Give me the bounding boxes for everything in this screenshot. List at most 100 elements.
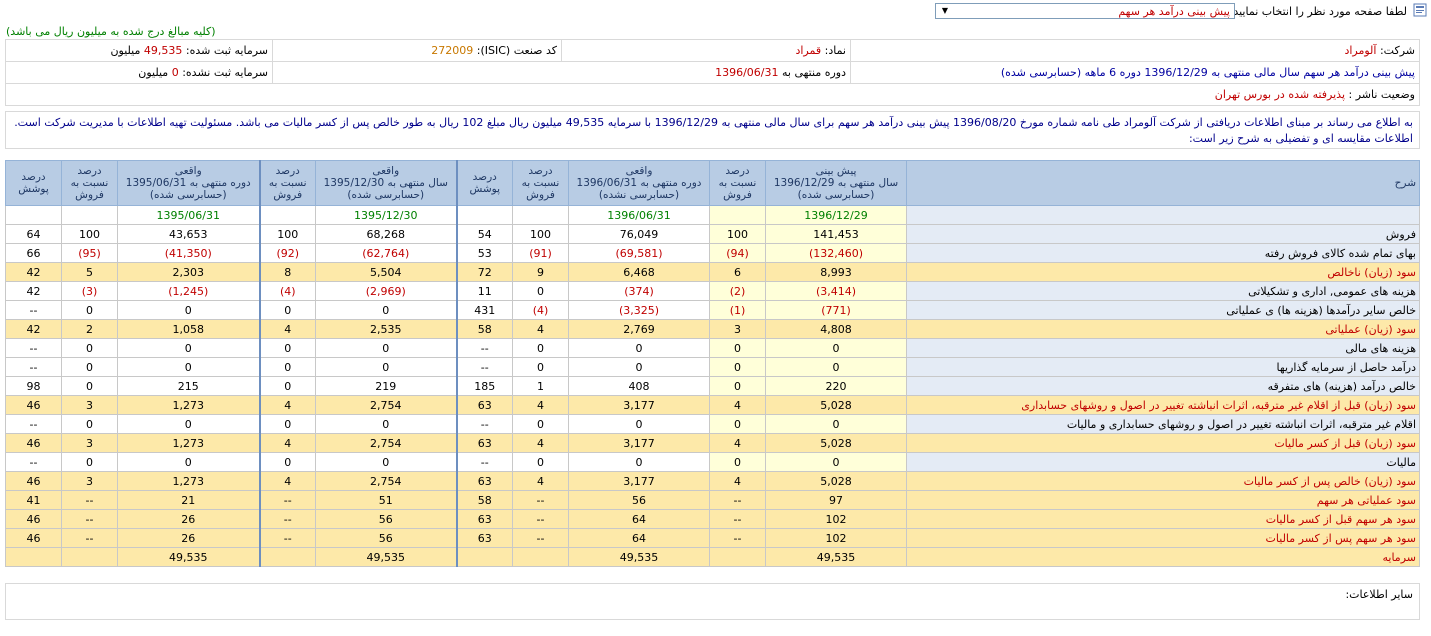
table-cell: 4	[709, 471, 766, 491]
registered-capital-label: سرمایه ثبت شده:	[185, 44, 268, 57]
publisher-status-value: پذیرفته شده در بورس تهران	[1214, 88, 1346, 101]
isic-cell: کد صنعت (ISIC): 272009	[272, 39, 562, 62]
header-line: واقعی	[174, 165, 202, 177]
table-cell: --	[512, 509, 569, 529]
table-cell: 2,303	[117, 262, 260, 282]
page-select[interactable]: پیش بینی درآمد هر سهم ▼	[935, 3, 1235, 19]
table-cell: 0	[765, 338, 907, 358]
row-label: اقلام غیر مترقبه، اثرات انباشته تغییر در…	[906, 414, 1420, 434]
table-cell: 0	[315, 452, 457, 472]
table-cell: --	[5, 357, 62, 377]
date-cell-empty	[258, 205, 316, 225]
table-row: 98 0 215 0 219 185 1 408 0 220 خالص درآمد (هزینه) …	[5, 376, 1420, 396]
registered-capital-value: 49,535	[143, 44, 183, 57]
table-cell: 64	[568, 528, 710, 548]
table-cell	[455, 547, 513, 567]
period-value: 1396/06/31	[715, 66, 779, 79]
table-cell: --	[258, 509, 316, 529]
table-cell: 4	[512, 471, 569, 491]
row-label: بهای تمام شده کالای فروش رفته	[906, 243, 1420, 263]
page-select-value: پیش بینی درآمد هر سهم	[1118, 5, 1230, 18]
table-cell: 0	[258, 376, 316, 396]
table-cell: --	[512, 528, 569, 548]
table-cell: 8	[258, 262, 316, 282]
table-row: 41 -- 21 -- 51 58 -- 56 -- 97 سود عملیاتی هر سهم	[5, 490, 1420, 510]
date-cell-empty	[455, 205, 513, 225]
header-line: سال منتهی به 1396/12/29	[773, 177, 899, 189]
table-cell: 0	[512, 338, 569, 358]
table-cell: 41	[5, 490, 62, 510]
table-cell: 4	[258, 471, 316, 491]
table-cell: --	[709, 528, 766, 548]
chevron-down-icon[interactable]: ▼	[938, 5, 952, 17]
header-line: دوره منتهی به 1396/06/31	[576, 177, 702, 189]
table-cell: 0	[709, 414, 766, 434]
table-cell	[709, 547, 766, 567]
company-value: آلومراد	[1344, 44, 1377, 57]
table-cell: 5,028	[765, 433, 907, 453]
table-cell: (3)	[61, 281, 118, 301]
row-label: سود هر سهم قبل از کسر مالیات	[906, 509, 1420, 529]
row-label: سود (زیان) قبل از کسر مالیات	[906, 433, 1420, 453]
table-cell: 0	[315, 300, 457, 320]
header-line: فروش	[75, 189, 104, 201]
page-icon	[1413, 3, 1427, 17]
table-cell: 0	[568, 452, 710, 472]
table-cell: 0	[61, 338, 118, 358]
table-cell: --	[258, 528, 316, 548]
table-cell: 102	[765, 509, 907, 529]
table-cell: 219	[315, 376, 457, 396]
header-pct-cover-1395-06: درصد پوشش	[5, 160, 62, 206]
date-cell-empty	[512, 205, 569, 225]
table-cell: (3,414)	[765, 281, 907, 301]
date-cell: 1396/06/31	[568, 205, 710, 225]
date-cell-empty	[709, 205, 766, 225]
table-cell: 64	[568, 509, 710, 529]
eps-forecast-table: درصد پوشش درصد نسبت به فروش واقعی دوره منتهی ب…	[5, 160, 1420, 567]
period-cell: دوره منتهی به 1396/06/31	[272, 61, 851, 84]
table-row: -- 0 0 0 0 431 (4) (3,325) (1) (771) خالص سایر درآ…	[5, 300, 1420, 320]
table-row: -- 0 0 0 0 -- 0 0 0 0 اقلام غیر مترقبه، اثرات انبا…	[5, 414, 1420, 434]
table-cell: --	[455, 357, 513, 377]
header-line: درصد	[472, 171, 497, 183]
table-cell: 46	[5, 395, 62, 415]
table-cell: --	[5, 300, 62, 320]
row-label: سرمایه	[906, 547, 1420, 567]
isic-label: کد صنعت (ISIC):	[476, 44, 557, 57]
date-cell: 1395/12/30	[315, 205, 457, 225]
table-cell: 2	[61, 319, 118, 339]
table-cell: 0	[117, 300, 260, 320]
table-cell: 42	[5, 281, 62, 301]
table-row: 42 (3) (1,245) (4) (2,969) 11 0 (374) (2) (3,414)…	[5, 281, 1420, 301]
table-cell: 63	[455, 471, 513, 491]
table-cell: --	[61, 490, 118, 510]
table-cell: (41,350)	[117, 243, 260, 263]
table-cell: 56	[315, 509, 457, 529]
table-cell: 43,653	[117, 224, 260, 244]
table-cell: 26	[117, 528, 260, 548]
row-label: سود (زیان) ناخالص	[906, 262, 1420, 282]
table-cell: 2,535	[315, 319, 457, 339]
header-line: واقعی	[625, 165, 653, 177]
table-row: 42 2 1,058 4 2,535 58 4 2,769 3 4,808 سود (زیان) ع…	[5, 319, 1420, 339]
table-cell: 21	[117, 490, 260, 510]
table-cell: 46	[5, 471, 62, 491]
table-cell: 64	[5, 224, 62, 244]
table-cell: 42	[5, 262, 62, 282]
forecast-status: (حسابرسی شده)	[1000, 66, 1082, 79]
table-cell: 0	[258, 300, 316, 320]
table-cell: 49,535	[117, 547, 260, 567]
header-line: واقعی	[372, 165, 400, 177]
table-cell: 3,177	[568, 433, 710, 453]
header-pct-sales-1395-12: درصد نسبت به فروش	[258, 160, 316, 206]
table-cell: 5,028	[765, 395, 907, 415]
table-cell: 0	[568, 414, 710, 434]
row-label: سود عملیاتی هر سهم	[906, 490, 1420, 510]
header-line: پوشش	[18, 183, 49, 195]
registered-capital-cell: سرمایه ثبت شده: 49,535 میلیون	[5, 39, 273, 62]
header-actual-1395-06: واقعی دوره منتهی به 1395/06/31 (حسابرسی شد…	[117, 160, 260, 206]
table-cell: 58	[455, 490, 513, 510]
header-actual-1396-06: واقعی دوره منتهی به 1396/06/31 (حسابرسی نش…	[568, 160, 710, 206]
table-cell: --	[709, 490, 766, 510]
table-row: 46 3 1,273 4 2,754 63 4 3,177 4 5,028 سود (زیان) ق…	[5, 395, 1420, 415]
